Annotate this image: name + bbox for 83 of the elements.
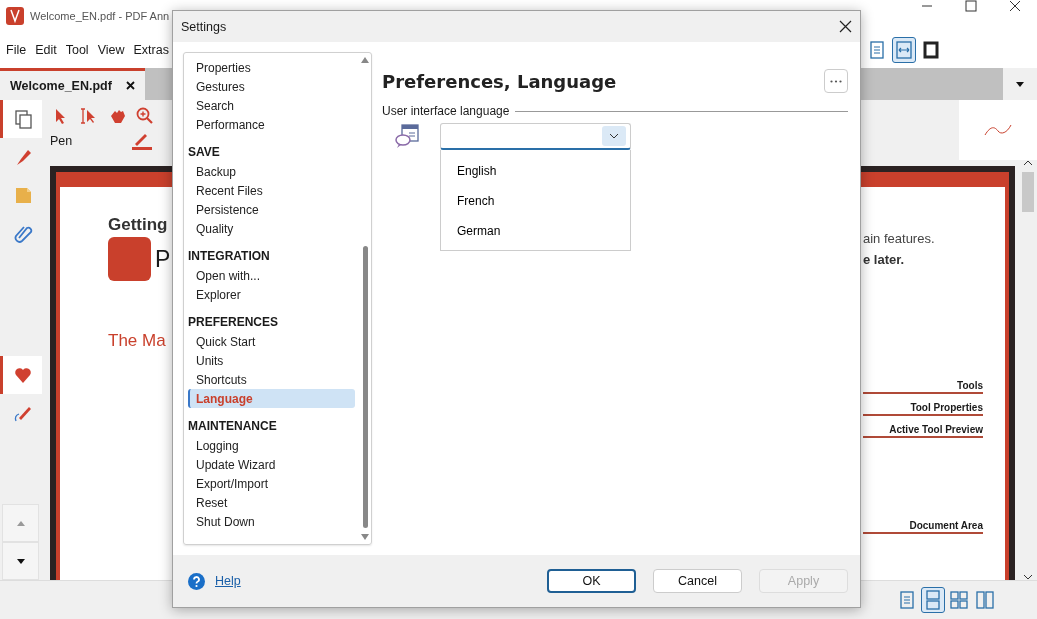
chevron-down-icon xyxy=(609,133,619,139)
nav-item[interactable]: Export/Import xyxy=(188,474,355,493)
nav-item[interactable]: Units xyxy=(188,351,355,370)
tool-name: Pen xyxy=(50,134,73,148)
callout-label: Tool Properties xyxy=(863,402,983,416)
dialog-button[interactable]: Cancel xyxy=(653,569,742,593)
more-icon xyxy=(830,79,842,83)
menu-item[interactable]: Tool xyxy=(65,43,89,57)
zoom-icon xyxy=(135,106,153,126)
page-grid-icon xyxy=(949,590,969,610)
sidebar-button[interactable] xyxy=(0,355,42,394)
page-heading: Getting xyxy=(108,215,168,235)
app-logo-icon xyxy=(6,7,24,25)
maximize-icon[interactable] xyxy=(965,0,977,12)
nav-group-heading: PREFERENCES xyxy=(188,314,280,331)
fit-width-icon xyxy=(894,40,914,60)
dropdown-option[interactable]: French xyxy=(441,185,630,215)
language-icon xyxy=(394,123,420,149)
caret-up-icon xyxy=(16,520,25,526)
caret-down-icon[interactable] xyxy=(1022,574,1033,580)
text-pointer-icon xyxy=(79,106,97,126)
callout-label: Active Tool Preview xyxy=(863,424,983,438)
continuous-pages-icon xyxy=(923,590,943,610)
window-title: Welcome_EN.pdf - PDF Ann xyxy=(30,10,170,22)
close-icon[interactable] xyxy=(1009,0,1021,12)
page-text: e later. xyxy=(863,252,905,267)
nav-item[interactable]: Recent Files xyxy=(188,181,355,200)
nav-item[interactable]: Properties xyxy=(188,58,355,77)
page-text: ain features. xyxy=(863,231,935,246)
section-heading: The Ma xyxy=(108,331,166,351)
menu-item[interactable]: File xyxy=(6,43,27,57)
nav-item[interactable]: Search xyxy=(188,96,355,115)
close-icon[interactable] xyxy=(125,81,135,90)
pages-icon xyxy=(12,109,33,129)
language-dropdown[interactable] xyxy=(440,123,631,150)
dialog-title: Settings xyxy=(181,19,227,34)
nav-item[interactable]: Explorer xyxy=(188,285,355,304)
caret-down-icon xyxy=(16,558,25,564)
page-view-icon xyxy=(867,40,887,60)
nav-item[interactable]: Persistence xyxy=(188,200,355,219)
group-label: User interface language xyxy=(382,104,510,118)
two-pages-icon xyxy=(975,590,995,610)
stroke-preview-icon xyxy=(983,123,1013,137)
callout-label: Document Area xyxy=(863,520,983,534)
menu-item[interactable]: View xyxy=(97,43,125,57)
nav-group-heading: MAINTENANCE xyxy=(188,418,278,435)
menu-item[interactable]: Edit xyxy=(35,43,57,57)
tab-label: Welcome_EN.pdf xyxy=(10,78,112,93)
frame-icon xyxy=(921,40,941,60)
nav-item[interactable]: Reset xyxy=(188,493,355,512)
nav-item[interactable]: Update Wizard xyxy=(188,455,355,474)
single-page-icon xyxy=(897,590,917,610)
caret-up-icon[interactable] xyxy=(1022,160,1033,166)
nav-item[interactable]: Performance xyxy=(188,115,355,134)
page-title: Preferences, Language xyxy=(382,70,617,92)
nav-item[interactable]: Shut Down xyxy=(188,512,355,531)
nav-item[interactable]: Quick Start xyxy=(188,332,355,351)
nav-item[interactable]: Language xyxy=(188,389,355,408)
menu-item[interactable]: Extras xyxy=(133,43,169,57)
scrollbar-thumb[interactable] xyxy=(1021,172,1034,212)
nav-item[interactable]: Shortcuts xyxy=(188,370,355,389)
pen-color-icon xyxy=(132,132,153,150)
nav-group-heading: INTEGRATION xyxy=(188,248,271,265)
nav-item[interactable]: Open with... xyxy=(188,266,355,285)
help-icon[interactable] xyxy=(188,572,205,590)
nav-group-heading: SAVE xyxy=(188,144,221,161)
dialog-button[interactable]: OK xyxy=(547,569,636,593)
nav-item[interactable]: Logging xyxy=(188,436,355,455)
dropdown-option[interactable]: English xyxy=(441,155,630,185)
document-tab[interactable]: Welcome_EN.pdf xyxy=(0,68,145,100)
logo-text: P xyxy=(155,245,171,273)
caret-down-icon[interactable] xyxy=(1016,81,1024,87)
close-icon[interactable] xyxy=(839,20,852,33)
nav-item[interactable]: Quality xyxy=(188,219,355,238)
scrollbar-thumb[interactable] xyxy=(362,246,368,528)
help-link[interactable]: Help xyxy=(215,574,241,588)
sidebar-button[interactable] xyxy=(0,100,42,138)
nav-item[interactable]: Gestures xyxy=(188,77,355,96)
nav-item[interactable]: Backup xyxy=(188,162,355,181)
view-mode-button[interactable] xyxy=(921,587,945,613)
callout-label: Tools xyxy=(863,380,983,394)
dropdown-option[interactable]: German xyxy=(441,215,630,245)
logo-icon xyxy=(108,237,151,281)
